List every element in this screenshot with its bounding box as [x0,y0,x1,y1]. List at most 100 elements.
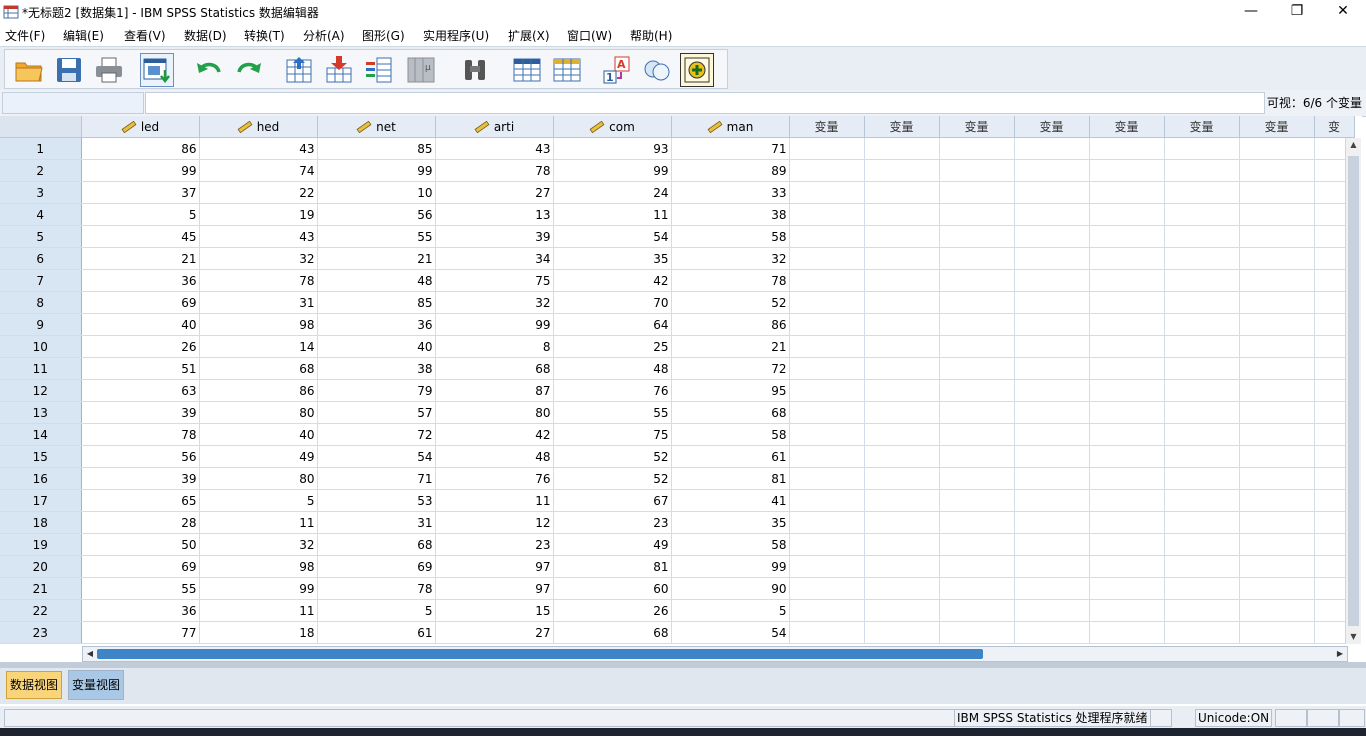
data-cell[interactable]: 98 [199,555,318,578]
data-cell[interactable]: 48 [435,445,554,468]
data-cell[interactable]: 48 [553,357,672,380]
data-cell[interactable]: 32 [199,247,318,270]
empty-cell[interactable] [1014,291,1090,314]
empty-cell[interactable] [1089,621,1165,644]
data-cell[interactable]: 21 [81,247,200,270]
empty-cell[interactable] [1014,159,1090,182]
empty-cell[interactable] [1089,247,1165,270]
empty-cell[interactable] [1089,401,1165,424]
empty-cell[interactable] [864,577,940,600]
data-cell[interactable]: 36 [81,599,200,622]
empty-cell[interactable] [1014,401,1090,424]
row-number[interactable]: 9 [0,313,82,336]
empty-cell[interactable] [939,533,1015,556]
data-cell[interactable]: 22 [199,181,318,204]
data-cell[interactable]: 90 [671,577,790,600]
insert-variable-icon[interactable] [551,54,583,86]
empty-cell[interactable] [1164,137,1240,160]
row-number[interactable]: 12 [0,379,82,402]
data-cell[interactable]: 54 [671,621,790,644]
restore-button[interactable]: ❐ [1274,0,1320,24]
menu-edit[interactable]: 编辑(E) [63,27,104,44]
empty-cell[interactable] [939,247,1015,270]
data-cell[interactable]: 8 [435,335,554,358]
row-number[interactable]: 8 [0,291,82,314]
data-cell[interactable]: 67 [553,489,672,512]
empty-cell[interactable] [939,621,1015,644]
data-cell[interactable]: 19 [199,203,318,226]
data-cell[interactable]: 32 [199,533,318,556]
empty-cell[interactable] [864,335,940,358]
variables-icon[interactable] [363,54,395,86]
data-cell[interactable]: 24 [553,181,672,204]
row-number[interactable]: 19 [0,533,82,556]
empty-cell[interactable] [1239,379,1315,402]
empty-cell[interactable] [1089,225,1165,248]
empty-cell[interactable] [1164,335,1240,358]
data-cell[interactable]: 50 [81,533,200,556]
empty-cell[interactable] [1089,511,1165,534]
split-file-icon[interactable]: A1 [601,54,633,86]
menu-file[interactable]: 文件(F) [5,27,45,44]
data-cell[interactable]: 52 [553,445,672,468]
empty-cell[interactable] [864,181,940,204]
empty-variable-header[interactable]: 变 [1314,116,1355,138]
empty-cell[interactable] [789,291,865,314]
empty-cell[interactable] [789,181,865,204]
row-number[interactable]: 4 [0,203,82,226]
data-cell[interactable]: 68 [553,621,672,644]
row-number[interactable]: 14 [0,423,82,446]
empty-cell[interactable] [939,555,1015,578]
data-cell[interactable]: 81 [671,467,790,490]
empty-cell[interactable] [1239,621,1315,644]
empty-cell[interactable] [864,533,940,556]
empty-cell[interactable] [1014,313,1090,336]
data-cell[interactable]: 99 [199,577,318,600]
data-cell[interactable]: 60 [553,577,672,600]
empty-variable-header[interactable]: 变量 [864,116,940,138]
data-cell[interactable]: 32 [671,247,790,270]
data-cell[interactable]: 5 [199,489,318,512]
data-cell[interactable]: 40 [81,313,200,336]
data-cell[interactable]: 71 [671,137,790,160]
empty-cell[interactable] [1239,159,1315,182]
empty-cell[interactable] [1164,577,1240,600]
data-cell[interactable]: 5 [81,203,200,226]
data-cell[interactable]: 55 [553,401,672,424]
empty-cell[interactable] [864,401,940,424]
empty-cell[interactable] [1014,489,1090,512]
row-number[interactable]: 5 [0,225,82,248]
row-number[interactable]: 11 [0,357,82,380]
empty-cell[interactable] [1164,401,1240,424]
empty-cell[interactable] [1239,313,1315,336]
empty-cell[interactable] [1089,335,1165,358]
empty-cell[interactable] [1089,291,1165,314]
empty-cell[interactable] [939,335,1015,358]
empty-cell[interactable] [1014,335,1090,358]
empty-cell[interactable] [939,225,1015,248]
data-cell[interactable]: 40 [317,335,436,358]
empty-cell[interactable] [939,313,1015,336]
data-cell[interactable]: 99 [317,159,436,182]
data-cell[interactable]: 54 [317,445,436,468]
empty-cell[interactable] [1089,269,1165,292]
data-cell[interactable]: 51 [81,357,200,380]
empty-cell[interactable] [1089,203,1165,226]
empty-cell[interactable] [1089,159,1165,182]
data-cell[interactable]: 80 [199,467,318,490]
data-cell[interactable]: 31 [317,511,436,534]
empty-cell[interactable] [1089,533,1165,556]
empty-cell[interactable] [1164,181,1240,204]
empty-cell[interactable] [1014,379,1090,402]
row-number[interactable]: 20 [0,555,82,578]
data-cell[interactable]: 64 [553,313,672,336]
data-cell[interactable]: 68 [317,533,436,556]
empty-cell[interactable] [1239,137,1315,160]
empty-cell[interactable] [1239,511,1315,534]
run-descriptives-icon[interactable]: μ [405,54,437,86]
column-header-com[interactable]: com [553,116,672,138]
empty-variable-header[interactable]: 变量 [939,116,1015,138]
empty-cell[interactable] [1239,467,1315,490]
column-header-hed[interactable]: hed [199,116,318,138]
menu-extensions[interactable]: 扩展(X) [508,27,550,44]
